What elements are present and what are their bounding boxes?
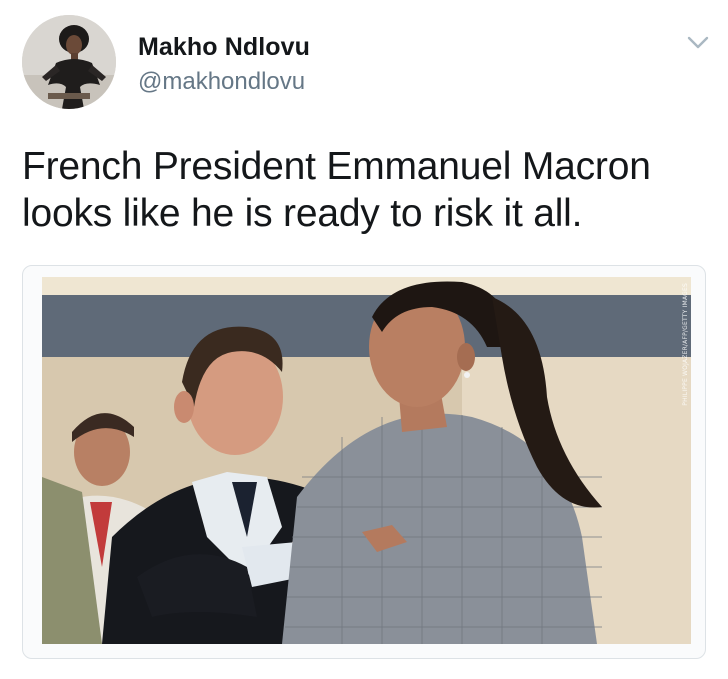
tweet-text-line-1: French President Emmanuel Macron <box>22 145 651 188</box>
tweet-text: French President Emmanuel Macron looks l… <box>22 143 702 237</box>
media-photo[interactable]: PHILIPPE WOJAZER/AFP/GETTY IMAGES <box>42 277 691 644</box>
author-handle[interactable]: @makhondlovu <box>138 68 305 96</box>
tweet-menu-button[interactable] <box>686 30 710 54</box>
tweet-text-line-2: looks like he is ready to risk it all. <box>22 192 583 235</box>
profile-photo-icon <box>22 15 116 109</box>
chevron-down-icon <box>687 36 709 49</box>
photo-credit: PHILIPPE WOJAZER/AFP/GETTY IMAGES <box>682 283 689 406</box>
photo-image-icon <box>42 277 691 644</box>
author-name[interactable]: Makho Ndlovu <box>138 33 310 62</box>
media-card[interactable]: PHILIPPE WOJAZER/AFP/GETTY IMAGES <box>22 265 706 659</box>
tweet-card: Makho Ndlovu @makhondlovu French Preside… <box>0 0 728 679</box>
avatar[interactable] <box>22 15 116 109</box>
